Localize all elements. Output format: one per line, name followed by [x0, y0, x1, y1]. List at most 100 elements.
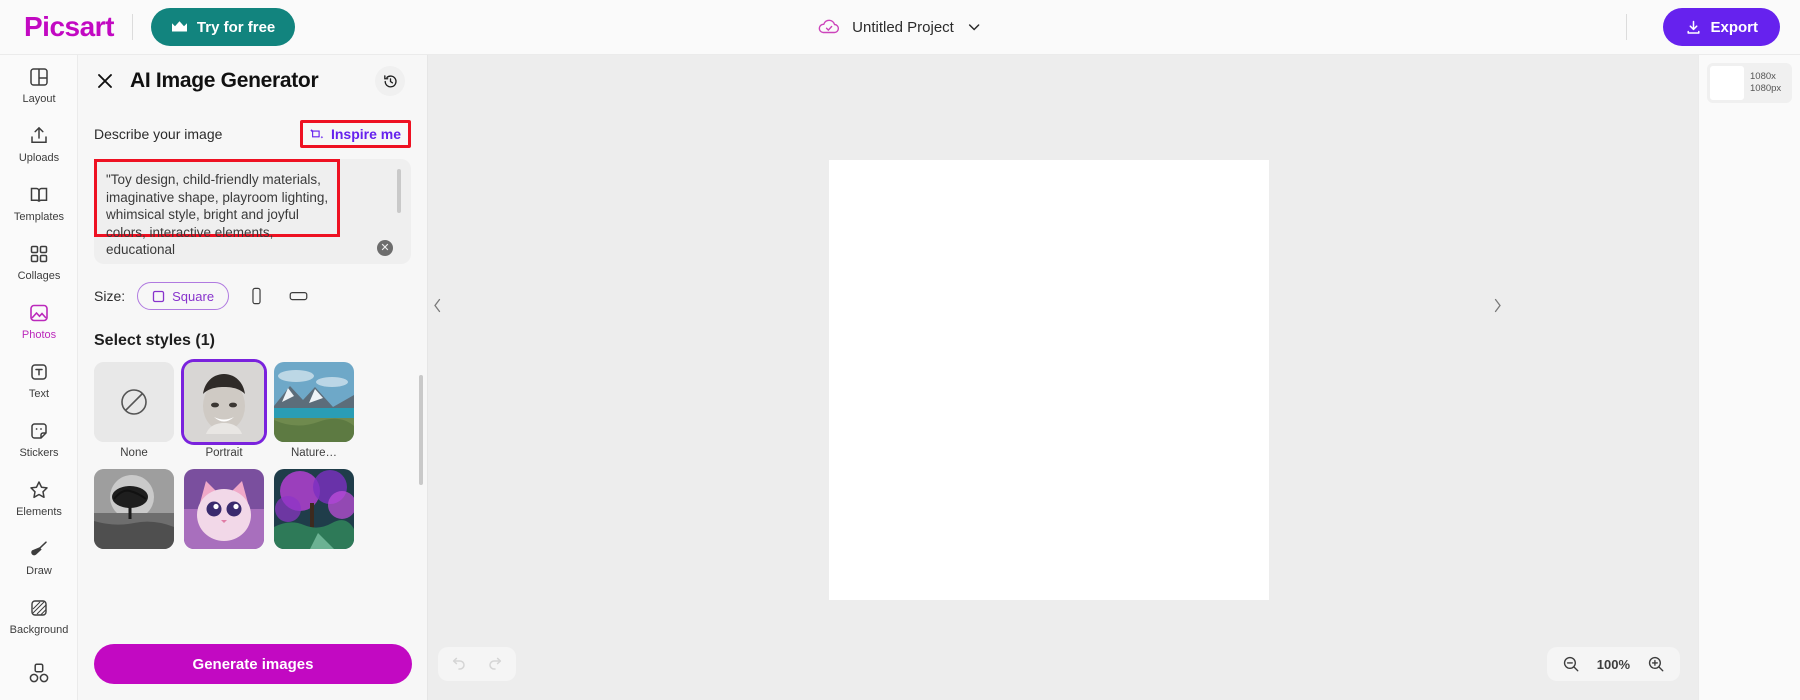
- sidebar-label-uploads: Uploads: [18, 151, 60, 164]
- style-thumbnail: [94, 362, 174, 442]
- sidebar-item-collages[interactable]: Collages: [0, 232, 77, 291]
- export-label: Export: [1710, 18, 1758, 36]
- style-option-nature[interactable]: Nature…: [274, 362, 354, 459]
- layer-size-text: 1080x 1080px: [1744, 71, 1781, 95]
- layout-icon: [27, 65, 51, 89]
- toolbar-divider: [131, 14, 133, 40]
- sidebar-item-layout[interactable]: Layout: [0, 55, 77, 114]
- panel-header: AI Image Generator: [78, 55, 427, 107]
- project-selector[interactable]: Untitled Project: [818, 18, 982, 36]
- zoom-controls: 100%: [1546, 647, 1680, 681]
- left-tool-rail: Layout Uploads Templates Collages Photos…: [0, 55, 78, 700]
- describe-label: Describe your image: [94, 126, 223, 142]
- sidebar-label-layout: Layout: [22, 92, 56, 105]
- style-thumbnail: [94, 469, 174, 549]
- inspire-me-button[interactable]: Inspire me: [299, 120, 411, 148]
- style-thumbnail: [184, 469, 264, 549]
- size-label: Size:: [94, 288, 126, 304]
- cloud-check-icon: [818, 18, 840, 36]
- try-for-free-button[interactable]: Try for free: [150, 8, 296, 46]
- project-name: Untitled Project: [852, 18, 954, 36]
- style-option-portrait[interactable]: Portrait: [184, 362, 264, 459]
- sidebar-item-stickers[interactable]: Stickers: [0, 409, 77, 468]
- chevron-down-icon[interactable]: [966, 19, 982, 35]
- sidebar-item-elements[interactable]: Elements: [0, 468, 77, 527]
- style-thumbnail: [184, 362, 264, 442]
- prompt-value: "Toy design, child-friendly materials, i…: [106, 172, 329, 257]
- sidebar-label-collages: Collages: [17, 269, 61, 282]
- style-thumbnail: [274, 362, 354, 442]
- sidebar-label-photos: Photos: [21, 328, 57, 341]
- shapes-icon: [27, 661, 51, 685]
- style-option-magic[interactable]: [274, 469, 354, 554]
- upload-icon: [27, 124, 51, 148]
- sidebar-item-templates[interactable]: Templates: [0, 173, 77, 232]
- style-option-none[interactable]: None: [94, 362, 174, 459]
- size-option-square-label: Square: [172, 288, 215, 304]
- sidebar-label-background: Background: [9, 623, 69, 636]
- sidebar-item-shapes[interactable]: [0, 645, 77, 700]
- templates-icon: [27, 183, 51, 207]
- undo-icon[interactable]: [446, 652, 470, 676]
- star-icon: [27, 478, 51, 502]
- canvas-area[interactable]: [428, 55, 1800, 700]
- sidebar-item-draw[interactable]: Draw: [0, 527, 77, 586]
- undo-redo-group: [438, 647, 516, 681]
- inspire-me-label: Inspire me: [330, 126, 401, 142]
- sidebar-label-stickers: Stickers: [19, 446, 59, 459]
- background-icon: [27, 596, 51, 620]
- sidebar-item-background[interactable]: Background: [0, 586, 77, 645]
- size-option-square[interactable]: Square: [137, 282, 230, 310]
- layer-item[interactable]: 1080x 1080px: [1707, 63, 1792, 103]
- prompt-scrollbar[interactable]: [397, 169, 401, 213]
- styles-grid: None Portrait Nature…: [94, 362, 411, 554]
- export-button[interactable]: Export: [1663, 8, 1780, 46]
- page-title: AI Image Generator: [130, 69, 319, 92]
- size-option-portrait[interactable]: [241, 282, 271, 310]
- clear-circle-icon[interactable]: ✕: [377, 240, 393, 256]
- sidebar-label-elements: Elements: [16, 505, 62, 518]
- style-label-portrait: Portrait: [205, 447, 243, 459]
- style-option-cat[interactable]: [184, 469, 264, 554]
- zoom-out-icon[interactable]: [1559, 652, 1583, 676]
- artboard[interactable]: [829, 160, 1269, 600]
- style-label-none: None: [120, 447, 148, 459]
- photos-icon: [27, 301, 51, 325]
- top-bar: Picsart Try for free Untitled Project Ex…: [0, 0, 1800, 55]
- select-styles-heading: Select styles (1): [94, 332, 215, 349]
- try-for-free-label: Try for free: [196, 18, 276, 36]
- layer-size-line1: 1080x: [1750, 71, 1776, 82]
- download-icon: [1685, 19, 1702, 36]
- describe-row: Describe your image Inspire me: [94, 119, 411, 149]
- prompt-input[interactable]: "Toy design, child-friendly materials, i…: [94, 159, 411, 264]
- size-option-landscape[interactable]: [283, 282, 313, 310]
- close-icon[interactable]: [94, 70, 116, 92]
- sidebar-item-text[interactable]: Text: [0, 350, 77, 409]
- text-icon: [27, 360, 51, 384]
- collages-icon: [27, 242, 51, 266]
- stickers-icon: [27, 419, 51, 443]
- size-selector: Size: Square: [94, 282, 411, 310]
- sidebar-label-text: Text: [28, 387, 50, 400]
- layer-size-line2: 1080px: [1750, 83, 1782, 94]
- style-label-nature: Nature…: [290, 447, 338, 459]
- top-bar-right: Export: [1608, 8, 1780, 46]
- crown-icon: [171, 20, 188, 34]
- picsart-logo[interactable]: Picsart: [24, 11, 114, 43]
- export-divider: [1626, 14, 1628, 40]
- sidebar-item-photos[interactable]: Photos: [0, 291, 77, 350]
- style-option-bw-tree[interactable]: [94, 469, 174, 554]
- zoom-level: 100%: [1596, 656, 1630, 672]
- redo-icon[interactable]: [484, 652, 508, 676]
- sidebar-item-uploads[interactable]: Uploads: [0, 114, 77, 173]
- sidebar-label-draw: Draw: [26, 564, 52, 577]
- sidebar-label-templates: Templates: [13, 210, 65, 223]
- zoom-in-icon[interactable]: [1644, 652, 1668, 676]
- panel-scrollbar[interactable]: [419, 375, 423, 485]
- style-thumbnail: [274, 469, 354, 549]
- collapse-right-panel-button[interactable]: [1490, 285, 1504, 325]
- sparkle-refresh-icon: [310, 127, 324, 141]
- history-icon[interactable]: [375, 66, 405, 96]
- collapse-left-panel-button[interactable]: [430, 285, 444, 325]
- generate-images-button[interactable]: Generate images: [94, 644, 412, 684]
